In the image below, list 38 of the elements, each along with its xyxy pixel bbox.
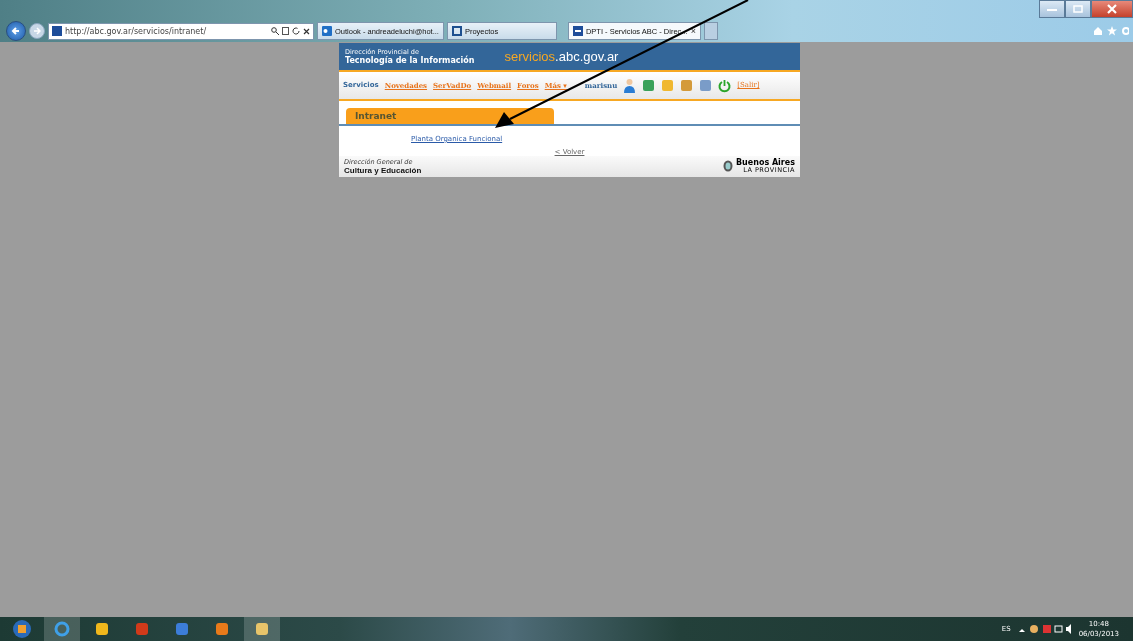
intranet-tab[interactable]: Intranet xyxy=(346,107,554,124)
favicon-icon xyxy=(52,26,62,36)
address-bar[interactable]: http://abc.gov.ar/servicios/intranet/ xyxy=(48,22,314,40)
tab-close-icon[interactable]: × xyxy=(690,26,696,36)
app-icon xyxy=(174,621,190,637)
app-icon xyxy=(134,621,150,637)
restore-button[interactable] xyxy=(1065,0,1091,18)
tray-icons-drawing[interactable] xyxy=(1018,624,1071,634)
refresh-icon[interactable] xyxy=(292,27,300,35)
site-logo-text: servicios.abc.gov.ar xyxy=(504,48,619,64)
windows-logo-icon xyxy=(12,619,32,639)
forward-button[interactable] xyxy=(29,23,45,39)
emblem-icon xyxy=(722,160,733,173)
app-icon xyxy=(214,621,230,637)
power-icon[interactable] xyxy=(718,77,732,93)
app-icon xyxy=(94,621,110,637)
minimize-icon xyxy=(1047,7,1057,11)
close-button[interactable] xyxy=(1091,0,1133,18)
app-icon xyxy=(254,621,270,637)
user-icon[interactable] xyxy=(623,77,637,93)
header-title: Tecnología de la Información xyxy=(345,55,475,65)
search-icon[interactable] xyxy=(271,27,279,35)
new-tab-button[interactable] xyxy=(703,22,718,40)
stop-icon[interactable] xyxy=(303,27,310,35)
compat-icon[interactable] xyxy=(282,27,289,35)
restore-icon xyxy=(1073,5,1083,13)
favicon-icon xyxy=(572,26,583,36)
close-icon xyxy=(1107,4,1117,14)
forward-arrow-icon xyxy=(33,27,41,35)
back-button[interactable] xyxy=(6,21,26,41)
back-arrow-icon xyxy=(11,26,21,36)
footer-title: Cultura y Educación xyxy=(344,165,422,175)
logo-title: Buenos Aires xyxy=(735,159,795,168)
star-icon[interactable] xyxy=(1107,26,1117,36)
url-text: http://abc.gov.ar/servicios/intranet/ xyxy=(65,26,207,36)
minimize-button[interactable] xyxy=(1039,0,1065,18)
browser-icon xyxy=(54,621,70,637)
taskbar-app[interactable] xyxy=(244,617,280,641)
